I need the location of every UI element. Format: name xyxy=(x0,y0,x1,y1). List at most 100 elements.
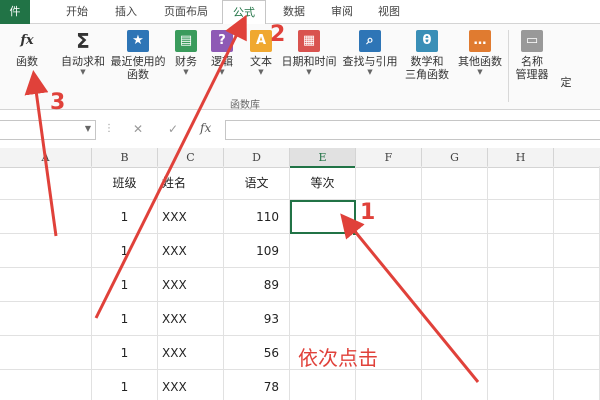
empty-cell[interactable] xyxy=(554,234,600,268)
math-trig-button[interactable]: θ 数学和 三角函数 xyxy=(402,30,452,81)
column-header-d[interactable]: D xyxy=(224,148,290,168)
empty-cell[interactable] xyxy=(0,200,92,234)
table-cell[interactable] xyxy=(290,268,356,302)
table-cell[interactable]: 1 xyxy=(92,336,158,370)
empty-cell[interactable] xyxy=(0,166,92,200)
table-cell[interactable]: XXX xyxy=(158,370,224,400)
column-header-b[interactable]: B xyxy=(92,148,158,168)
empty-cell[interactable] xyxy=(554,302,600,336)
name-box[interactable]: ▼ xyxy=(0,120,96,140)
empty-cell[interactable] xyxy=(422,370,488,400)
cancel-icon[interactable]: ✕ xyxy=(133,122,143,136)
insert-function-button[interactable]: fx 函数 xyxy=(0,30,54,68)
table-cell[interactable]: 78 xyxy=(224,370,290,400)
table-cell[interactable]: 1 xyxy=(92,268,158,302)
empty-cell[interactable] xyxy=(554,370,600,400)
empty-cell[interactable] xyxy=(488,166,554,200)
sum-icon: Σ xyxy=(76,29,90,53)
financial-button[interactable]: ▤ 财务 ▼ xyxy=(170,30,202,77)
empty-cell[interactable] xyxy=(356,370,422,400)
empty-cell[interactable] xyxy=(488,268,554,302)
date-time-button[interactable]: ▦ 日期和时间 ▼ xyxy=(280,30,338,77)
empty-cell[interactable] xyxy=(356,302,422,336)
column-header-e[interactable]: E xyxy=(290,148,356,168)
empty-cell[interactable] xyxy=(422,234,488,268)
empty-cell[interactable] xyxy=(488,200,554,234)
name-manager-button[interactable]: ▭ 名称 管理器 xyxy=(512,30,552,81)
column-header-c[interactable]: C xyxy=(158,148,224,168)
empty-cell[interactable] xyxy=(422,166,488,200)
empty-cell[interactable] xyxy=(554,268,600,302)
table-cell[interactable]: XXX xyxy=(158,302,224,336)
table-cell[interactable]: XXX xyxy=(158,336,224,370)
table-cell[interactable]: 110 xyxy=(224,200,290,234)
empty-cell[interactable] xyxy=(0,336,92,370)
header-cell[interactable]: 语文 xyxy=(224,166,290,200)
table-cell[interactable]: XXX xyxy=(158,268,224,302)
header-cell[interactable]: 姓名 xyxy=(158,166,224,200)
empty-cell[interactable] xyxy=(488,370,554,400)
header-cell[interactable]: 等次 xyxy=(290,166,356,200)
empty-cell[interactable] xyxy=(0,302,92,336)
define-name-partial[interactable]: 定 xyxy=(556,76,576,89)
empty-cell[interactable] xyxy=(356,166,422,200)
empty-cell[interactable] xyxy=(422,200,488,234)
empty-cell[interactable] xyxy=(488,336,554,370)
tab-page-layout[interactable]: 页面布局 xyxy=(154,0,218,24)
column-header-h[interactable]: H xyxy=(488,148,554,168)
tab-formulas[interactable]: 公式 xyxy=(222,0,266,25)
tab-home[interactable]: 开始 xyxy=(56,0,98,24)
insert-function-label: 函数 xyxy=(16,55,38,68)
enter-icon[interactable]: ✓ xyxy=(168,122,178,136)
table-cell[interactable]: 1 xyxy=(92,234,158,268)
define-name-label: 定 xyxy=(560,76,572,89)
empty-cell[interactable] xyxy=(356,268,422,302)
table-cell[interactable] xyxy=(290,234,356,268)
fill-handle[interactable] xyxy=(352,230,358,236)
tab-file[interactable]: 件 xyxy=(0,0,30,24)
column-header-g[interactable]: G xyxy=(422,148,488,168)
logical-button[interactable]: ? 逻辑 ▼ xyxy=(206,30,238,77)
empty-cell[interactable] xyxy=(554,166,600,200)
table-cell[interactable] xyxy=(290,302,356,336)
table-cell[interactable] xyxy=(290,370,356,400)
formula-input[interactable] xyxy=(225,120,600,140)
table-cell[interactable]: XXX xyxy=(158,200,224,234)
table-cell[interactable]: 89 xyxy=(224,268,290,302)
empty-cell[interactable] xyxy=(422,336,488,370)
table-cell[interactable]: 109 xyxy=(224,234,290,268)
table-cell[interactable]: 1 xyxy=(92,370,158,400)
table-cell[interactable]: XXX xyxy=(158,234,224,268)
tab-review[interactable]: 审阅 xyxy=(322,0,362,24)
lookup-reference-button[interactable]: ⌕ 查找与引用 ▼ xyxy=(340,30,400,77)
math-trig-icon: θ xyxy=(416,30,438,52)
table-cell[interactable]: 1 xyxy=(92,302,158,336)
empty-cell[interactable] xyxy=(0,268,92,302)
empty-cell[interactable] xyxy=(422,268,488,302)
empty-cell[interactable] xyxy=(488,234,554,268)
table-cell[interactable]: 93 xyxy=(224,302,290,336)
empty-cell[interactable] xyxy=(422,302,488,336)
empty-cell[interactable] xyxy=(554,336,600,370)
tab-data[interactable]: 数据 xyxy=(274,0,314,24)
chevron-down-icon[interactable]: ▼ xyxy=(85,124,91,133)
chevron-down-icon: ▼ xyxy=(219,68,225,76)
empty-cell[interactable] xyxy=(356,234,422,268)
empty-cell[interactable] xyxy=(0,234,92,268)
table-cell[interactable]: 1 xyxy=(92,200,158,234)
annotation-caption: 依次点击 xyxy=(298,346,378,370)
selected-cell-e2[interactable] xyxy=(290,200,358,236)
header-cell[interactable]: 班级 xyxy=(92,166,158,200)
more-functions-button[interactable]: … 其他函数 ▼ xyxy=(454,30,506,77)
insert-function-fx-button[interactable]: fx xyxy=(200,121,211,135)
autosum-button[interactable]: Σ 自动求和 ▼ xyxy=(58,30,108,77)
empty-cell[interactable] xyxy=(488,302,554,336)
recent-functions-button[interactable]: ★ 最近使用的 函数 xyxy=(108,30,168,81)
table-cell[interactable]: 56 xyxy=(224,336,290,370)
tab-insert[interactable]: 插入 xyxy=(106,0,146,24)
empty-cell[interactable] xyxy=(554,200,600,234)
column-header-f[interactable]: F xyxy=(356,148,422,168)
empty-cell[interactable] xyxy=(0,370,92,400)
column-header-a[interactable]: A xyxy=(0,148,92,168)
tab-view[interactable]: 视图 xyxy=(368,0,410,24)
